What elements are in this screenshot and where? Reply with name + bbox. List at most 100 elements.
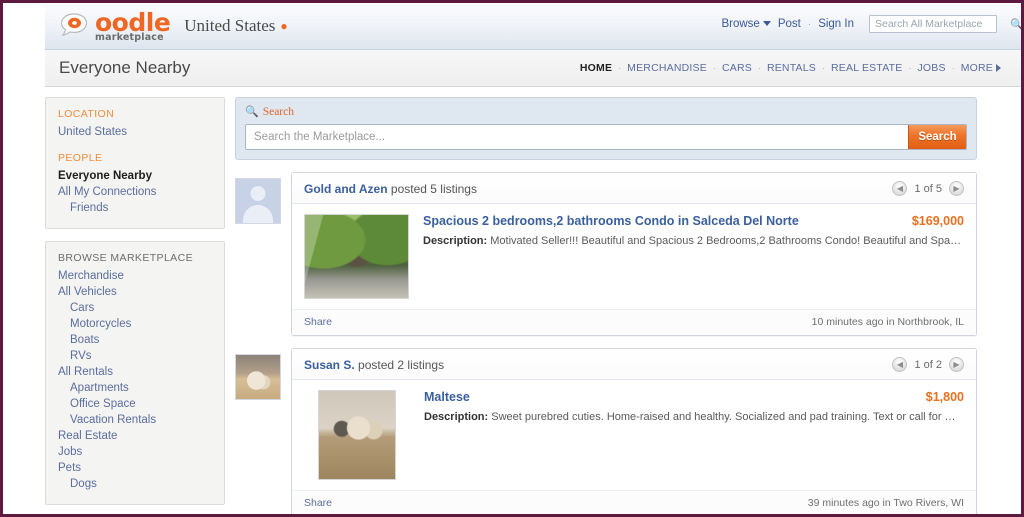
sidebar-item-motorcycles[interactable]: Motorcycles bbox=[58, 316, 212, 332]
sign-in-link[interactable]: Sign In bbox=[818, 18, 854, 30]
share-link[interactable]: Share bbox=[304, 316, 332, 328]
listing-card-header: Susan S. posted 2 listings ◀ 1 of 2 ▶ bbox=[292, 349, 976, 380]
listing-thumbnail-condo[interactable] bbox=[304, 214, 409, 299]
country-selector[interactable]: United States ● bbox=[184, 16, 287, 36]
avatar-placeholder[interactable] bbox=[235, 178, 281, 224]
sidebar-item-rvs[interactable]: RVs bbox=[58, 348, 212, 364]
search-panel-heading: 🔍 Search bbox=[245, 105, 967, 119]
tab-more-label: MORE bbox=[960, 62, 993, 74]
tab-real-estate[interactable]: REAL ESTATE bbox=[831, 62, 902, 74]
listing-group: Susan S. posted 2 listings ◀ 1 of 2 ▶ Ma… bbox=[235, 348, 977, 514]
sidebar-item-united-states[interactable]: United States bbox=[58, 124, 212, 140]
browse-menu[interactable]: Browse bbox=[721, 18, 771, 30]
listing-description: Description: Motivated Seller!!! Beautif… bbox=[423, 234, 964, 249]
sidebar-item-cars[interactable]: Cars bbox=[58, 300, 212, 316]
listing-pager: ◀ 1 of 5 ▶ bbox=[892, 181, 964, 196]
page-title: Everyone Nearby bbox=[59, 58, 191, 77]
listing-details: Maltese $1,800 Description: Sweet purebr… bbox=[424, 390, 964, 480]
share-link[interactable]: Share bbox=[304, 497, 332, 509]
poster-name[interactable]: Gold and Azen bbox=[304, 182, 388, 196]
chevron-right-icon[interactable]: ▶ bbox=[949, 181, 964, 196]
tab-home[interactable]: HOME bbox=[580, 62, 612, 74]
location-pin-icon: ● bbox=[280, 18, 288, 33]
people-heading: PEOPLE bbox=[58, 152, 103, 164]
description-label: Description: bbox=[424, 411, 489, 423]
listing-group: Gold and Azen posted 5 listings ◀ 1 of 5… bbox=[235, 172, 977, 336]
tab-rentals[interactable]: RENTALS bbox=[767, 62, 816, 74]
browse-heading: BROWSE MARKETPLACE bbox=[58, 252, 193, 264]
post-link[interactable]: Post bbox=[778, 18, 801, 30]
avatar-photo-puppies[interactable] bbox=[235, 354, 281, 400]
search-panel-label: Search bbox=[262, 105, 294, 118]
listing-price: $1,800 bbox=[925, 390, 964, 404]
poster-line: Susan S. posted 2 listings bbox=[304, 358, 444, 372]
nav-separator: · bbox=[757, 63, 761, 73]
sidebar-item-vacation-rentals[interactable]: Vacation Rentals bbox=[58, 412, 212, 428]
pager-count: 1 of 5 bbox=[914, 182, 942, 195]
logo-text: oodle marketplace bbox=[95, 7, 171, 43]
nav-separator: · bbox=[822, 63, 825, 73]
sidebar-item-all-vehicles[interactable]: All Vehicles bbox=[58, 284, 212, 300]
poster-name[interactable]: Susan S. bbox=[304, 358, 355, 372]
logo-secondary: marketplace bbox=[95, 31, 164, 43]
tab-more[interactable]: MORE bbox=[961, 62, 1001, 74]
listing-title-row: Maltese $1,800 bbox=[424, 390, 964, 404]
tab-cars[interactable]: CARS bbox=[722, 62, 752, 74]
chevron-right-icon bbox=[996, 64, 1001, 72]
sidebar-item-dogs[interactable]: Dogs bbox=[58, 476, 212, 492]
listing-thumbnail-maltese[interactable] bbox=[318, 390, 396, 480]
sidebar-item-all-rentals[interactable]: All Rentals bbox=[58, 364, 212, 380]
search-button[interactable]: Search bbox=[908, 125, 966, 149]
global-search-input[interactable] bbox=[870, 16, 1010, 32]
nav-separator: · bbox=[951, 63, 955, 73]
site-header: oodle marketplace United States ● Browse… bbox=[45, 3, 1021, 50]
marketplace-search-panel: 🔍 Search Search bbox=[235, 97, 977, 160]
chevron-left-icon[interactable]: ◀ bbox=[892, 181, 908, 196]
browse-label: Browse bbox=[721, 18, 760, 30]
search-icon: 🔍 bbox=[245, 106, 259, 118]
listing-card-header: Gold and Azen posted 5 listings ◀ 1 of 5… bbox=[292, 173, 976, 204]
sidebar-item-boats[interactable]: Boats bbox=[58, 332, 212, 348]
listing-card-footer: Share 10 minutes ago in Northbrook, IL bbox=[292, 309, 976, 335]
listing-title-row: Spacious 2 bedrooms,2 bathrooms Condo in… bbox=[423, 214, 964, 228]
logo[interactable]: oodle marketplace bbox=[45, 7, 171, 43]
sidebar-item-everyone-nearby[interactable]: Everyone Nearby bbox=[58, 168, 212, 184]
listing-meta: 39 minutes ago in Two Rivers, WI bbox=[807, 497, 964, 509]
listing-card: Susan S. posted 2 listings ◀ 1 of 2 ▶ Ma… bbox=[291, 348, 977, 514]
global-search[interactable]: 🔍 bbox=[869, 15, 1021, 33]
listing-meta: 10 minutes ago in Northbrook, IL bbox=[811, 316, 964, 328]
tab-merchandise[interactable]: MERCHANDISE bbox=[627, 62, 707, 74]
description-label: Description: bbox=[423, 235, 488, 247]
listing-description: Description: Sweet purebred cuties. Home… bbox=[424, 410, 964, 425]
chevron-left-icon[interactable]: ◀ bbox=[892, 357, 908, 372]
poster-line: Gold and Azen posted 5 listings bbox=[304, 182, 477, 196]
tab-jobs[interactable]: JOBS bbox=[917, 62, 945, 74]
sidebar-item-jobs[interactable]: Jobs bbox=[58, 444, 212, 460]
page-root: oodle marketplace United States ● Browse… bbox=[3, 3, 1021, 514]
sidebar-item-real-estate[interactable]: Real Estate bbox=[58, 428, 212, 444]
sidebar-item-all-my-connections[interactable]: All My Connections bbox=[58, 184, 212, 200]
listing-title[interactable]: Maltese bbox=[424, 390, 470, 404]
search-row: Search bbox=[245, 124, 967, 150]
chevron-down-icon bbox=[762, 21, 771, 26]
country-label: United States bbox=[184, 16, 276, 35]
listing-card-body: Spacious 2 bedrooms,2 bathrooms Condo in… bbox=[292, 204, 976, 299]
content-area: LOCATION United States PEOPLE Everyone N… bbox=[45, 87, 1021, 514]
sidebar-item-merchandise[interactable]: Merchandise bbox=[58, 268, 212, 284]
listing-card-footer: Share 39 minutes ago in Two Rivers, WI bbox=[292, 490, 976, 514]
nav-separator: · bbox=[807, 18, 812, 30]
sidebar-item-office-space[interactable]: Office Space bbox=[58, 396, 212, 412]
listing-title[interactable]: Spacious 2 bedrooms,2 bathrooms Condo in… bbox=[423, 214, 799, 228]
page-titlebar: Everyone Nearby HOME · MERCHANDISE · CAR… bbox=[45, 50, 1021, 87]
search-icon[interactable]: 🔍 bbox=[1010, 18, 1021, 31]
logo-primary: oodle bbox=[95, 7, 171, 37]
sidebar-item-pets[interactable]: Pets bbox=[58, 460, 212, 476]
browse-marketplace-panel: BROWSE MARKETPLACE Merchandise All Vehic… bbox=[45, 241, 225, 505]
listing-price: $169,000 bbox=[911, 214, 964, 228]
sidebar-item-friends[interactable]: Friends bbox=[58, 200, 212, 216]
search-input[interactable] bbox=[246, 125, 908, 149]
sidebar: LOCATION United States PEOPLE Everyone N… bbox=[45, 97, 225, 514]
chevron-right-icon[interactable]: ▶ bbox=[949, 357, 964, 372]
location-people-panel: LOCATION United States PEOPLE Everyone N… bbox=[45, 97, 225, 229]
sidebar-item-apartments[interactable]: Apartments bbox=[58, 380, 212, 396]
